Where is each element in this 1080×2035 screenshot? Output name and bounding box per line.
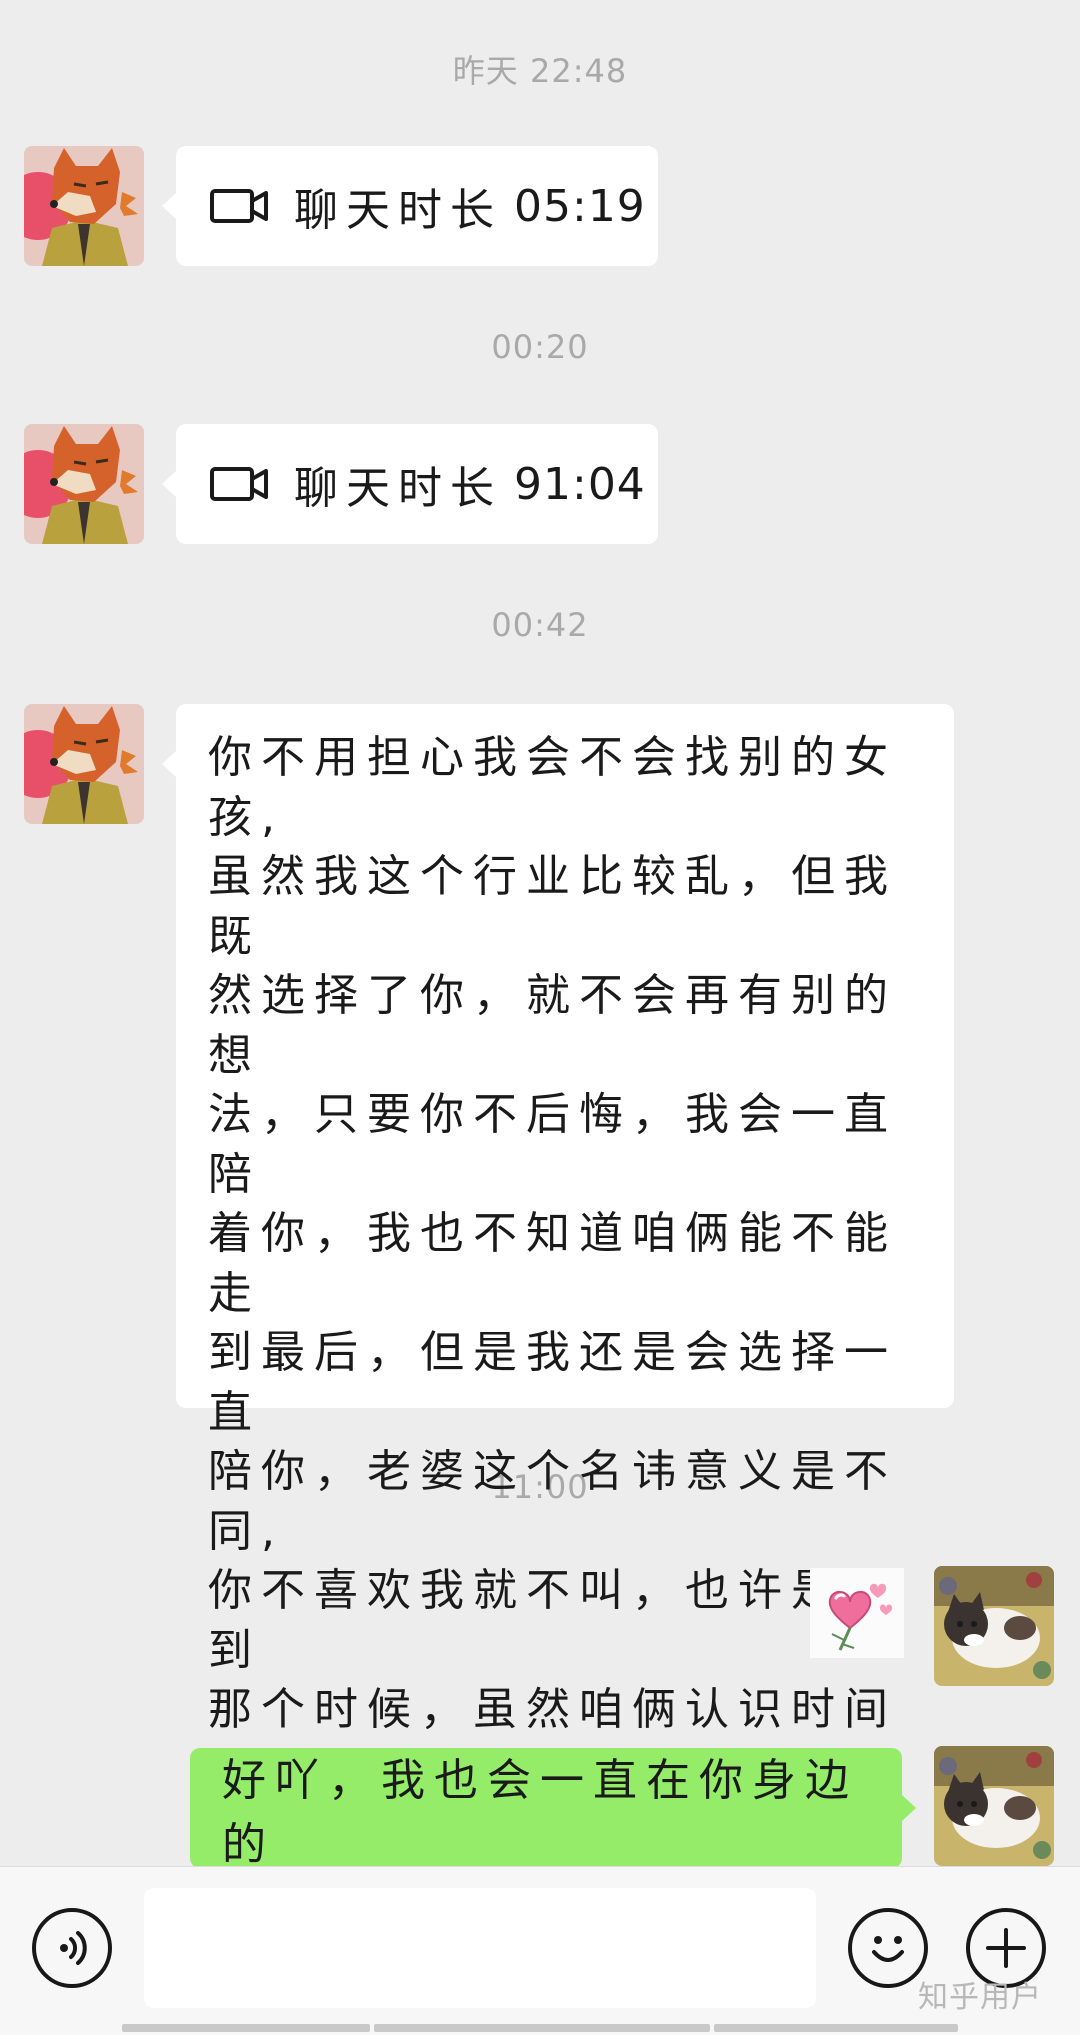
timestamp: 昨天 22:48 — [452, 52, 628, 90]
nav-indicator — [122, 2024, 370, 2032]
my-avatar[interactable] — [934, 1746, 1054, 1866]
timestamp: 00:42 — [491, 606, 589, 644]
video-call-record[interactable]: 聊天时长 91:04 — [162, 424, 658, 544]
call-duration-label: 聊天时长 — [294, 463, 502, 514]
video-call-icon — [210, 189, 268, 223]
contact-avatar[interactable] — [24, 424, 144, 544]
voice-icon[interactable] — [32, 1908, 112, 1988]
contact-avatar[interactable] — [24, 146, 144, 266]
timestamp: 00:20 — [491, 328, 589, 366]
nav-indicator — [714, 2024, 958, 2032]
contact-avatar[interactable] — [24, 704, 144, 824]
emoji-icon[interactable] — [848, 1908, 928, 1988]
video-call-record[interactable]: 聊天时长 05:19 — [162, 146, 658, 266]
my-avatar[interactable] — [934, 1566, 1054, 1686]
message-bubble[interactable]: 你不用担心我会不会找别的女孩, 虽然我这个行业比较乱，但我既 然选择了你，就不会… — [162, 704, 954, 1973]
call-duration: 91:04 — [514, 458, 646, 510]
nav-indicator — [374, 2024, 710, 2032]
message-bubble[interactable]: 好吖，我也会一直在你身边的 — [190, 1748, 916, 1870]
call-duration-label: 聊天时长 — [294, 185, 502, 236]
video-call-icon — [210, 467, 268, 501]
heart-sticker-icon[interactable] — [810, 1568, 904, 1658]
message-input[interactable] — [144, 1888, 816, 2008]
call-duration: 05:19 — [514, 180, 646, 232]
watermark: 知乎用户 — [918, 1980, 1042, 2015]
